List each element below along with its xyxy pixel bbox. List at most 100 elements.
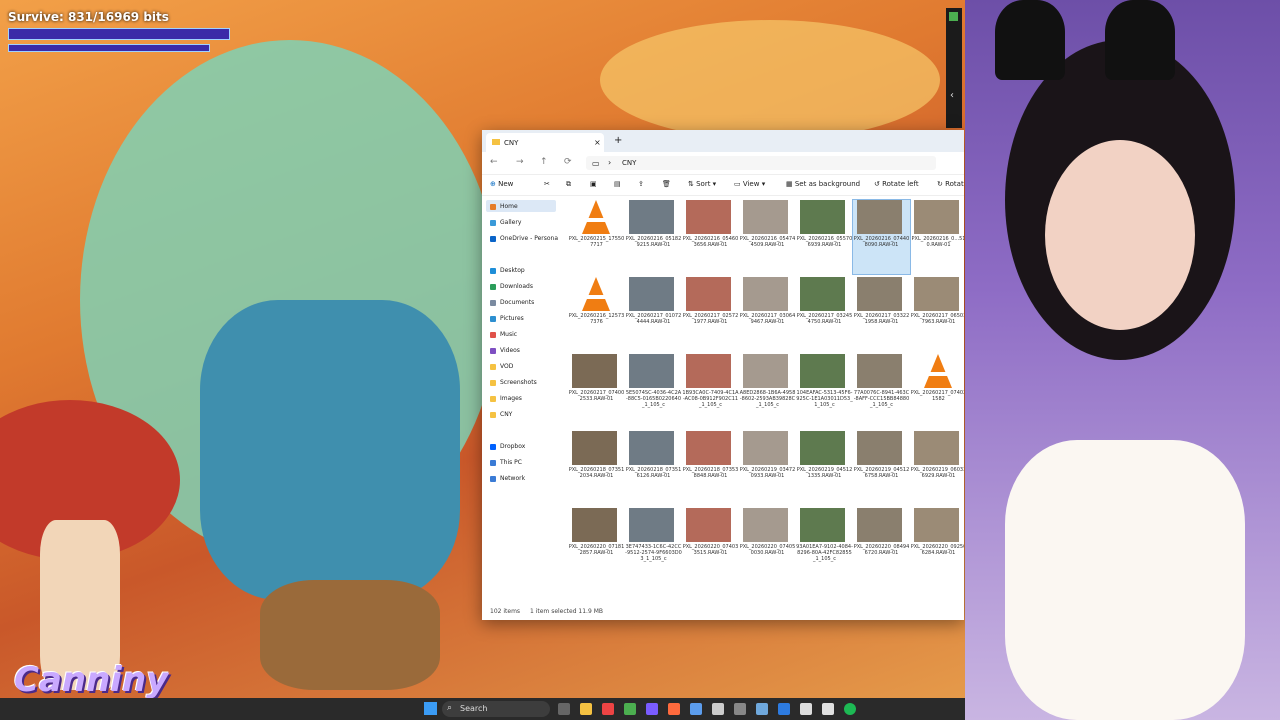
file-item[interactable]: PXL_20260220_092506284.RAW-01: [910, 508, 964, 582]
file-item[interactable]: 1B93CA0C-7409-4C1A-AC08-0B912F902C11_1_1…: [682, 354, 739, 428]
chrome-icon[interactable]: [624, 703, 636, 715]
sidebar-item-music[interactable]: Music: [490, 331, 517, 338]
copy-icon[interactable]: ⧉: [566, 180, 571, 189]
share-icon[interactable]: ⇪: [638, 180, 644, 188]
paste-icon[interactable]: ▣: [590, 180, 597, 188]
file-item[interactable]: PXL_20260219_045126758.RAW-01: [853, 431, 910, 505]
sidebar-item-this-pc[interactable]: This PC: [490, 459, 522, 466]
image-thumbnail: [743, 431, 788, 465]
file-item[interactable]: 5E5074SC-4036-4C2A-88C5-0165B0220640_1_1…: [625, 354, 682, 428]
task-view-icon[interactable]: [558, 703, 570, 715]
file-item[interactable]: 93A01EA7-9102-4084-8296-80A-42FC82855_1_…: [796, 508, 853, 582]
file-item[interactable]: PXL_20260218_073516126.RAW-01: [625, 431, 682, 505]
close-icon[interactable]: ×: [594, 138, 601, 147]
rotate-left-button[interactable]: ↺ Rotate left: [874, 180, 919, 188]
edge-icon[interactable]: [778, 703, 790, 715]
sidebar-item-pictures[interactable]: Pictures: [490, 315, 524, 322]
file-item[interactable]: PXL_20260218_073512034.RAW-01: [568, 431, 625, 505]
file-item[interactable]: PXL_20260216_051829215.RAW-01: [625, 200, 682, 274]
file-item[interactable]: PXL_20260219_060336929.RAW-01: [910, 431, 964, 505]
file-item[interactable]: PXL_20260217_074021582: [910, 354, 964, 428]
sidebar-item-gallery[interactable]: Gallery: [490, 219, 521, 226]
cut-icon[interactable]: ✂: [544, 180, 550, 188]
discord-icon[interactable]: [646, 703, 658, 715]
app-icon[interactable]: [690, 703, 702, 715]
app-icon[interactable]: [949, 12, 958, 21]
file-item[interactable]: PXL_20260216_125737376: [568, 277, 625, 351]
file-item[interactable]: 104EAFAC-5313-45F6-925C-1E1A03011D53_1_1…: [796, 354, 853, 428]
address-bar[interactable]: ▭ › CNY: [586, 156, 936, 170]
back-icon[interactable]: ←: [490, 157, 498, 167]
sidebar-item-images[interactable]: Images: [490, 395, 522, 402]
forward-icon[interactable]: →: [516, 157, 524, 167]
sidebar-item-downloads[interactable]: Downloads: [490, 283, 533, 290]
app-icon[interactable]: [602, 703, 614, 715]
windows-start-icon[interactable]: [424, 702, 437, 715]
sidebar-item-desktop[interactable]: Desktop: [490, 267, 525, 274]
up-icon[interactable]: ↑: [540, 157, 548, 167]
spotify-icon[interactable]: [844, 703, 856, 715]
sort-button[interactable]: ⇅ Sort ▾: [688, 180, 716, 188]
file-name: PXL_20260217_025721977.RAW-01: [682, 313, 739, 325]
sidebar-item-screenshots[interactable]: Screenshots: [490, 379, 537, 386]
file-item[interactable]: PXL_20260217_010724444.RAW-01: [625, 277, 682, 351]
app-icon[interactable]: [734, 703, 746, 715]
file-item[interactable]: PXL_20260216_055706939.RAW-01: [796, 200, 853, 274]
file-item[interactable]: PXL_20260217_065037963.RAW-01: [910, 277, 964, 351]
file-item[interactable]: PXL_20260217_033221958.RAW-01: [853, 277, 910, 351]
file-item[interactable]: PXL_20260218_073538848.RAW-01: [682, 431, 739, 505]
rotate-right-button[interactable]: ↻ Rotat: [937, 180, 964, 188]
monitor-icon: ▭: [592, 159, 600, 168]
file-name: PXL_20260216_051829215.RAW-01: [625, 236, 682, 248]
steam-icon[interactable]: [712, 703, 724, 715]
delete-icon[interactable]: 🗑: [662, 180, 671, 188]
status-bar: 102 items 1 item selected 11.9 MB: [482, 604, 964, 620]
side-panel-strip[interactable]: ‹: [946, 8, 962, 128]
sidebar-item-documents[interactable]: Documents: [490, 299, 534, 306]
file-item[interactable]: PXL_20260215_175507717: [568, 200, 625, 274]
refresh-icon[interactable]: ⟳: [564, 157, 572, 167]
file-item[interactable]: 77A0076C-8941-463C-8AFF-CCC15BB84880_1_1…: [853, 354, 910, 428]
set-background-button[interactable]: ▦ Set as background: [786, 180, 860, 188]
rename-icon[interactable]: ▤: [614, 180, 621, 188]
chevron-left-icon[interactable]: ‹: [950, 90, 954, 101]
sidebar-item-dropbox[interactable]: Dropbox: [490, 443, 525, 450]
character-hoodie: [200, 300, 460, 600]
file-item[interactable]: PXL_20260220_084946720.RAW-01: [853, 508, 910, 582]
taskbar-search[interactable]: ⌕ Search: [442, 701, 550, 717]
file-item[interactable]: A8ED2868-1B6A-4958-8602-2593AB39828C_1_1…: [739, 354, 796, 428]
new-tab-button[interactable]: +: [614, 135, 622, 146]
file-explorer-icon[interactable]: [580, 703, 592, 715]
tab-cny[interactable]: CNY ×: [486, 133, 604, 152]
file-item[interactable]: PXL_20260220_074050030.RAW-01: [739, 508, 796, 582]
file-item[interactable]: PXL_20260220_071812857.RAW-01: [568, 508, 625, 582]
image-thumbnail: [686, 354, 731, 388]
file-name: PXL_20260216_055706939.RAW-01: [796, 236, 853, 248]
app-icon[interactable]: [756, 703, 768, 715]
sidebar-item-cny[interactable]: CNY: [490, 411, 512, 418]
sidebar-item-onedrive[interactable]: OneDrive - Persona: [490, 235, 558, 242]
app-icon[interactable]: [668, 703, 680, 715]
file-item[interactable]: PXL_20260216_054744509.RAW-01: [739, 200, 796, 274]
file-item[interactable]: PXL_20260217_025721977.RAW-01: [682, 277, 739, 351]
file-item[interactable]: PXL_20260216_0...510.RAW-01: [910, 200, 964, 274]
new-button[interactable]: ⊕ New: [490, 180, 513, 188]
file-item[interactable]: PXL_20260219_034720933.RAW-01: [739, 431, 796, 505]
sidebar-item-vod[interactable]: VOD: [490, 363, 513, 370]
app-icon[interactable]: [822, 703, 834, 715]
sidebar-item-videos[interactable]: Videos: [490, 347, 520, 354]
sidebar-item-network[interactable]: Network: [490, 475, 525, 482]
sidebar-item-home[interactable]: Home: [490, 203, 518, 210]
file-item[interactable]: PXL_20260217_074002533.RAW-01: [568, 354, 625, 428]
file-item[interactable]: PXL_20260216_074408090.RAW-01: [852, 199, 911, 275]
file-item[interactable]: PXL_20260220_074033515.RAW-01: [682, 508, 739, 582]
file-name: PXL_20260220_084946720.RAW-01: [853, 544, 910, 556]
file-item[interactable]: PXL_20260216_054603656.RAW-01: [682, 200, 739, 274]
file-item[interactable]: 3E747433-1C6C-42CC-9512-2574-9F6603D03_1…: [625, 508, 682, 582]
file-item[interactable]: PXL_20260219_045121335.RAW-01: [796, 431, 853, 505]
view-button[interactable]: ▭ View ▾: [734, 180, 765, 188]
file-name: PXL_20260218_073538848.RAW-01: [682, 467, 739, 479]
file-item[interactable]: PXL_20260217_030649467.RAW-01: [739, 277, 796, 351]
file-item[interactable]: PXL_20260217_032454750.RAW-01: [796, 277, 853, 351]
obs-icon[interactable]: [800, 703, 812, 715]
